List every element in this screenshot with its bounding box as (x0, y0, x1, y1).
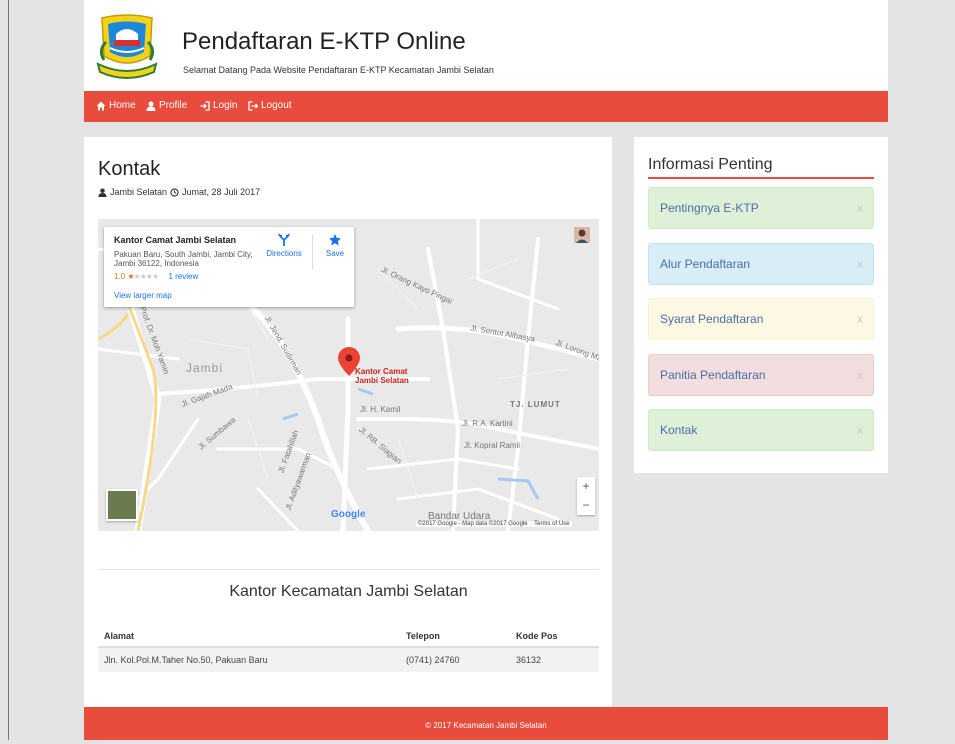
post-author: Jambi Selatan (110, 187, 168, 197)
save-label: Save (325, 249, 345, 258)
map-area-label: TJ. LUMUT (510, 400, 561, 409)
embedded-map[interactable]: Jambi TJ. LUMUT Bandar Udara Jl. Gajah M… (98, 219, 599, 531)
sidebar-item-label: Pentingnya E-KTP (660, 201, 759, 215)
table-cell: Jln. Kol.Pol.M.Taher No.50, Pakuan Baru (98, 647, 400, 672)
place-address: Pakuan Baru, South Jambi, Jambi City, Ja… (114, 250, 253, 268)
post-title: Kontak (98, 158, 161, 180)
close-icon[interactable]: x (857, 257, 863, 271)
sidebar-item-kontak[interactable]: Kontak x (648, 409, 874, 451)
map-user-avatar[interactable] (574, 227, 590, 243)
place-name: Kantor Camat Jambi Selatan (114, 235, 237, 245)
office-title: Kantor Kecamatan Jambi Selatan (229, 583, 468, 600)
map-street-label: Jl. Kopral Ramli (464, 441, 521, 450)
map-pin-label-line: Jambi Selatan (355, 376, 409, 385)
nav-profile[interactable]: Profile (146, 100, 187, 111)
user-icon (98, 187, 107, 197)
directions-icon (278, 233, 290, 246)
place-rating: 1.0 ★★★★★ 1 review (114, 272, 198, 281)
section-divider (98, 569, 599, 570)
sidebar-item-label: Panitia Pendaftaran (660, 368, 766, 382)
sidebar-item-syarat-pendaftaran[interactable]: Syarat Pendaftaran x (648, 298, 874, 340)
close-icon[interactable]: x (857, 312, 863, 326)
page-container: Pendaftaran E-KTP Online Selamat Datang … (84, 0, 888, 740)
map-street-label: Jl. H. Kamil (360, 405, 401, 414)
site-header: Pendaftaran E-KTP Online Selamat Datang … (84, 0, 888, 91)
map-pin-label: Kantor Camat Jambi Selatan (355, 367, 409, 385)
divider (312, 235, 313, 269)
nav-home-label: Home (109, 100, 136, 111)
sidebar-item-panitia-pendaftaran[interactable]: Panitia Pendaftaran x (648, 354, 874, 396)
satellite-toggle[interactable] (106, 489, 138, 521)
sidebar: Informasi Penting Pentingnya E-KTP x Alu… (634, 137, 888, 473)
sidebar-item-label: Syarat Pendaftaran (660, 312, 764, 326)
nav-login-label: Login (213, 100, 238, 111)
map-copyright: ©2017 Google - Map data ©2017 Google (418, 521, 528, 527)
map-street-label: Jl. R.A. Kartini (462, 419, 513, 428)
zoom-out-button[interactable]: − (577, 496, 595, 515)
star-empty-icon: ★★★★ (133, 272, 160, 281)
sidebar-title: Informasi Penting (648, 156, 773, 173)
column-header: Alamat (98, 626, 400, 648)
nav-logout-label: Logout (261, 100, 292, 111)
table-header-row: Alamat Telepon Kode Pos (98, 626, 599, 648)
save-button[interactable]: Save (320, 233, 350, 258)
window-edge (8, 0, 9, 740)
zoom-control: + − (577, 477, 595, 515)
table-cell: (0741) 24760 (400, 647, 510, 672)
reviews-link[interactable]: 1 review (168, 272, 198, 281)
table-cell: 36132 (510, 647, 599, 672)
login-icon (200, 100, 210, 111)
rating-value: 1.0 (114, 272, 126, 281)
site-subtitle: Selamat Datang Pada Website Pendaftaran … (183, 65, 494, 75)
terms-of-use-link[interactable]: Terms of Use (534, 521, 569, 527)
nav-logout[interactable]: Logout (248, 100, 292, 111)
main-content: Kontak Jambi Selatan Jumat, 28 Juli 2017 (84, 137, 612, 737)
main-navbar: Home Profile Login Logout (84, 91, 888, 122)
jambi-province-logo (96, 14, 158, 79)
google-logo: Google (331, 509, 366, 520)
sidebar-title-underline (648, 177, 874, 179)
nav-profile-label: Profile (159, 100, 188, 111)
column-header: Telepon (400, 626, 510, 648)
nav-login[interactable]: Login (200, 100, 237, 111)
place-info-card: Kantor Camat Jambi Selatan Pakuan Baru, … (104, 227, 354, 307)
post-meta: Jambi Selatan Jumat, 28 Juli 2017 (98, 187, 260, 197)
avatar-icon (574, 227, 590, 243)
footer-copyright: © 2017 Kecamatan Jambi Selatan (425, 721, 547, 730)
home-icon (96, 101, 106, 110)
nav-home[interactable]: Home (96, 100, 136, 111)
directions-button[interactable]: Directions (264, 233, 304, 258)
sidebar-item-pentingnya-ektp[interactable]: Pentingnya E-KTP x (648, 187, 874, 229)
site-footer: © 2017 Kecamatan Jambi Selatan (84, 707, 888, 740)
close-icon[interactable]: x (857, 201, 863, 215)
sidebar-item-alur-pendaftaran[interactable]: Alur Pendaftaran x (648, 243, 874, 285)
close-icon[interactable]: x (857, 368, 863, 382)
site-title: Pendaftaran E-KTP Online (182, 28, 466, 55)
user-icon (146, 101, 156, 111)
star-save-icon (329, 234, 341, 246)
sidebar-item-label: Kontak (660, 423, 698, 437)
column-header: Kode Pos (510, 626, 599, 648)
sidebar-item-label: Alur Pendaftaran (660, 257, 751, 271)
logout-icon (248, 100, 258, 111)
view-larger-map-link[interactable]: View larger map (114, 291, 172, 300)
map-pin-label-line: Kantor Camat (355, 367, 408, 376)
post-date: Jumat, 28 Juli 2017 (182, 187, 261, 197)
map-attribution: ©2017 Google - Map data ©2017 Google Ter… (416, 521, 572, 527)
map-area-label: Jambi (186, 361, 224, 375)
office-table: Alamat Telepon Kode Pos Jln. Kol.Pol.M.T… (98, 626, 599, 672)
clock-icon (170, 187, 179, 197)
directions-label: Directions (266, 249, 302, 258)
table-row: Jln. Kol.Pol.M.Taher No.50, Pakuan Baru … (98, 647, 599, 672)
zoom-in-button[interactable]: + (577, 477, 595, 496)
close-icon[interactable]: x (857, 423, 863, 437)
